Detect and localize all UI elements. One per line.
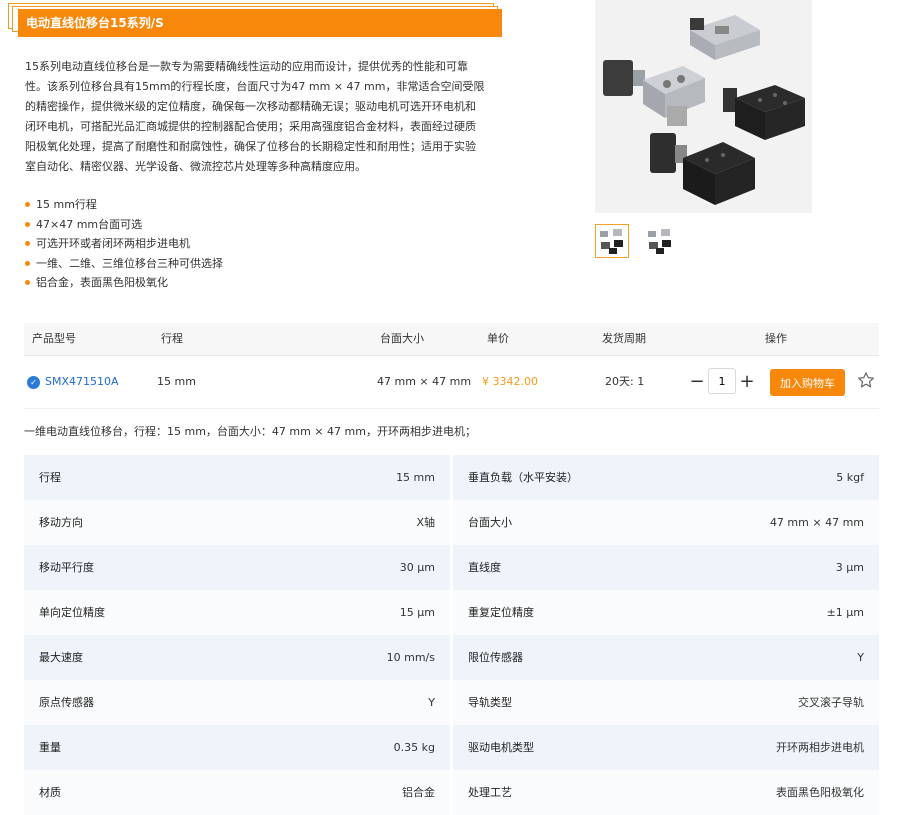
spec-label: 驱动电机类型: [468, 741, 534, 754]
check-circle-icon: ✓: [27, 376, 40, 389]
header-travel: 行程: [161, 332, 183, 345]
feature-item: 47×47 mm台面可选: [24, 215, 223, 235]
spec-cell: 行程 15 mm: [24, 455, 450, 500]
spec-cell: 最大速度 10 mm/s: [24, 635, 450, 680]
thumbnail-illustration: [600, 229, 623, 254]
spec-label: 重复定位精度: [468, 606, 534, 619]
feature-item: 一维、二维、三维位移台三种可供选择: [24, 254, 223, 274]
spec-value: Y: [428, 696, 435, 709]
spec-value: 铝合金: [402, 786, 435, 799]
spec-value: Y: [857, 651, 864, 664]
spec-label: 单向定位精度: [39, 606, 105, 619]
spec-value: 表面黑色阳极氧化: [776, 786, 864, 799]
spec-row: 单向定位精度 15 μm 重复定位精度 ±1 μm: [24, 590, 879, 635]
spec-cell: 原点传感器 Y: [24, 680, 450, 725]
spec-cell: 重量 0.35 kg: [24, 725, 450, 770]
spec-label: 行程: [39, 471, 61, 484]
spec-label: 最大速度: [39, 651, 83, 664]
spec-cell: 直线度 3 μm: [453, 545, 879, 590]
spec-row: 材质 铝合金 处理工艺 表面黑色阳极氧化: [24, 770, 879, 815]
spec-label: 直线度: [468, 561, 501, 574]
product-description: 15系列电动直线位移台是一款专为需要精确线性运动的应用而设计，提供优秀的性能和可…: [25, 60, 485, 173]
row-travel: 15 mm: [157, 375, 196, 388]
stage-black-bottom: [650, 133, 755, 205]
spec-row: 最大速度 10 mm/s 限位传感器 Y: [24, 635, 879, 680]
spec-value: 30 μm: [399, 561, 435, 574]
row-price: ¥ 3342.00: [482, 375, 538, 388]
spec-label: 材质: [39, 786, 61, 799]
add-to-cart-button[interactable]: 加入购物车: [770, 369, 845, 396]
spec-cell: 限位传感器 Y: [453, 635, 879, 680]
spec-label: 移动方向: [39, 516, 83, 529]
feature-item: 可选开环或者闭环两相步进电机: [24, 234, 223, 254]
spec-cell: 垂直负载（水平安装） 5 kgf: [453, 455, 879, 500]
header-price: 单价: [487, 332, 509, 345]
spec-label: 重量: [39, 741, 61, 754]
spec-cell: 单向定位精度 15 μm: [24, 590, 450, 635]
spec-row: 重量 0.35 kg 驱动电机类型 开环两相步进电机: [24, 725, 879, 770]
spec-value: 3 μm: [835, 561, 864, 574]
row-delivery: 20天: 1: [605, 375, 645, 388]
spec-value: 5 kgf: [836, 471, 864, 484]
page-title: 电动直线位移台15系列/S: [18, 9, 502, 37]
product-model-link[interactable]: SMX471510A: [45, 356, 119, 408]
feature-item: 15 mm行程: [24, 195, 223, 215]
stage-silver-top: [690, 15, 760, 60]
spec-label: 限位传感器: [468, 651, 523, 664]
row-size: 47 mm × 47 mm: [377, 375, 472, 388]
quantity-input[interactable]: [708, 368, 736, 394]
header-model: 产品型号: [32, 332, 76, 345]
spec-label: 垂直负载（水平安装）: [468, 471, 578, 484]
spec-row: 移动平行度 30 μm 直线度 3 μm: [24, 545, 879, 590]
quantity-increase-button[interactable]: +: [737, 370, 757, 394]
feature-list: 15 mm行程 47×47 mm台面可选 可选开环或者闭环两相步进电机 一维、二…: [24, 195, 223, 293]
spec-value: 10 mm/s: [386, 651, 435, 664]
spec-value: 0.35 kg: [393, 741, 435, 754]
spec-row: 原点传感器 Y 导轨类型 交叉滚子导轨: [24, 680, 879, 725]
thumbnail-image-2[interactable]: [642, 224, 676, 258]
spec-label: 移动平行度: [39, 561, 94, 574]
spec-table: 行程 15 mm 垂直负载（水平安装） 5 kgf 移动方向 X轴 台面大小 4…: [24, 455, 879, 815]
spec-cell: 材质 铝合金: [24, 770, 450, 815]
title-banner: 电动直线位移台15系列/S: [8, 3, 508, 39]
spec-label: 处理工艺: [468, 786, 512, 799]
spec-cell: 移动方向 X轴: [24, 500, 450, 545]
spec-value: 开环两相步进电机: [776, 741, 864, 754]
spec-cell: 驱动电机类型 开环两相步进电机: [453, 725, 879, 770]
spec-label: 台面大小: [468, 516, 512, 529]
table-row: ✓ SMX471510A 15 mm 47 mm × 47 mm ¥ 3342.…: [24, 356, 879, 409]
spec-value: X轴: [416, 516, 435, 529]
spec-row: 移动方向 X轴 台面大小 47 mm × 47 mm: [24, 500, 879, 545]
spec-cell: 处理工艺 表面黑色阳极氧化: [453, 770, 879, 815]
spec-value: ±1 μm: [826, 606, 864, 619]
spec-row: 行程 15 mm 垂直负载（水平安装） 5 kgf: [24, 455, 879, 500]
spec-value: 15 μm: [399, 606, 435, 619]
spec-value: 15 mm: [396, 471, 435, 484]
star-outline-icon[interactable]: [857, 371, 875, 389]
spec-cell: 台面大小 47 mm × 47 mm: [453, 500, 879, 545]
spec-value: 47 mm × 47 mm: [769, 516, 864, 529]
feature-item: 铝合金，表面黑色阳极氧化: [24, 273, 223, 293]
spec-label: 原点传感器: [39, 696, 94, 709]
stage-silver-left: [603, 60, 705, 126]
product-table-header: 产品型号 行程 台面大小 单价 发货周期 操作: [24, 323, 879, 356]
spec-cell: 导轨类型 交叉滚子导轨: [453, 680, 879, 725]
header-action: 操作: [765, 332, 787, 345]
header-size: 台面大小: [380, 332, 424, 345]
header-delivery: 发货周期: [602, 332, 646, 345]
spec-value: 交叉滚子导轨: [798, 696, 864, 709]
spec-cell: 重复定位精度 ±1 μm: [453, 590, 879, 635]
thumbnail-image-1[interactable]: [595, 224, 629, 258]
product-main-image: [595, 0, 812, 213]
stage-illustration: [603, 15, 805, 205]
spec-cell: 移动平行度 30 μm: [24, 545, 450, 590]
product-summary: 一维电动直线位移台，行程：15 mm，台面大小：47 mm × 47 mm，开环…: [24, 425, 476, 438]
spec-label: 导轨类型: [468, 696, 512, 709]
quantity-decrease-button[interactable]: −: [687, 370, 707, 394]
thumbnail-illustration: [648, 229, 671, 254]
stage-black-right: [723, 85, 805, 140]
